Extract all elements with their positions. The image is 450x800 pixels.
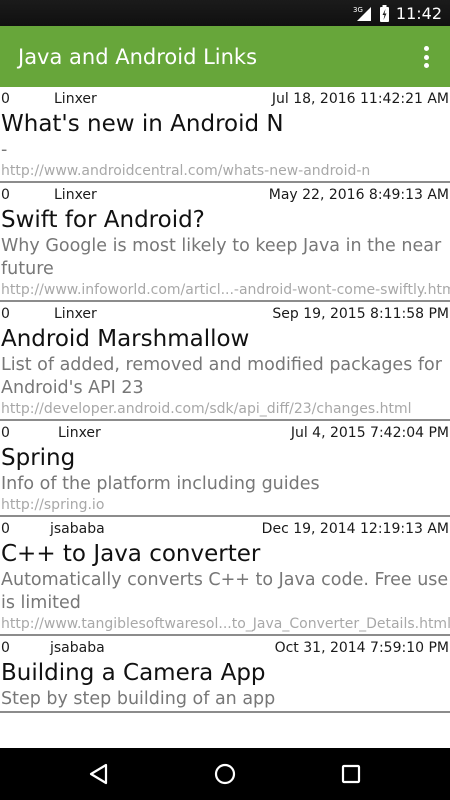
app-bar: Java and Android Links	[0, 26, 450, 87]
link-meta: 0 Linxer Jul 4, 2015 7:42:04 PM	[0, 421, 450, 443]
link-description: Why Google is most likely to keep Java i…	[1, 236, 442, 279]
link-author: jsababa	[50, 640, 105, 656]
link-author: Linxer	[54, 306, 97, 322]
status-bar: 3G 11:42	[0, 0, 450, 26]
link-item-swift-android[interactable]: 0 Linxer May 22, 2016 8:49:13 AM Swift f…	[0, 183, 450, 302]
back-icon[interactable]	[86, 762, 112, 786]
overflow-menu-button[interactable]	[414, 44, 438, 70]
link-description: Step by step building of an app	[1, 689, 276, 709]
link-date: Jul 18, 2016 11:42:21 AM	[271, 91, 449, 107]
links-list[interactable]: 0 Linxer Jul 18, 2016 11:42:21 AM What's…	[0, 87, 450, 748]
recents-icon[interactable]	[338, 762, 364, 786]
link-author: jsababa	[50, 521, 105, 537]
link-author: Linxer	[54, 187, 97, 203]
link-url[interactable]: http://developer.android.com/sdk/api_dif…	[0, 400, 450, 419]
app-title: Java and Android Links	[18, 44, 258, 69]
link-count: 0	[1, 425, 10, 441]
link-count: 0	[1, 521, 10, 537]
link-meta: 0 Linxer Sep 19, 2015 8:11:58 PM	[0, 302, 450, 324]
link-title: Swift for Android?	[1, 207, 205, 233]
link-date: Oct 31, 2014 7:59:10 PM	[274, 640, 449, 656]
link-meta: 0 jsababa Oct 31, 2014 7:59:10 PM	[0, 636, 450, 658]
link-item-spring[interactable]: 0 Linxer Jul 4, 2015 7:42:04 PM Spring I…	[0, 421, 450, 517]
link-url[interactable]: http://www.androidcentral.com/whats-new-…	[0, 162, 450, 181]
battery-icon	[379, 4, 389, 22]
overflow-dot-icon	[423, 63, 429, 68]
home-icon[interactable]	[212, 762, 238, 786]
link-date: May 22, 2016 8:49:13 AM	[268, 187, 449, 203]
link-item-cpp-converter[interactable]: 0 jsababa Dec 19, 2014 12:19:13 AM C++ t…	[0, 517, 450, 636]
link-date: Sep 19, 2015 8:11:58 PM	[272, 306, 449, 322]
link-count: 0	[1, 640, 10, 656]
signal-3g-icon: 3G	[353, 6, 371, 21]
overflow-dot-icon	[423, 54, 429, 60]
link-description: Info of the platform including guides	[1, 474, 320, 494]
link-url[interactable]: http://www.tangiblesoftwaresol...to_Java…	[0, 615, 450, 634]
link-count: 0	[1, 187, 10, 203]
overflow-dot-icon	[423, 46, 429, 51]
link-title: Android Marshmallow	[1, 326, 250, 352]
link-description: List of added, removed and modified pack…	[1, 355, 442, 398]
link-count: 0	[1, 91, 10, 107]
link-meta: 0 Linxer Jul 18, 2016 11:42:21 AM	[0, 87, 450, 109]
link-item-android-n[interactable]: 0 Linxer Jul 18, 2016 11:42:21 AM What's…	[0, 87, 450, 183]
link-meta: 0 jsababa Dec 19, 2014 12:19:13 AM	[0, 517, 450, 539]
link-item-marshmallow[interactable]: 0 Linxer Sep 19, 2015 8:11:58 PM Android…	[0, 302, 450, 421]
link-author: Linxer	[54, 91, 97, 107]
link-url[interactable]: http://www.infoworld.com/articl...-andro…	[0, 281, 450, 300]
link-meta: 0 Linxer May 22, 2016 8:49:13 AM	[0, 183, 450, 205]
navigation-bar	[0, 748, 450, 800]
network-type-label: 3G	[353, 6, 363, 14]
link-item-camera-app[interactable]: 0 jsababa Oct 31, 2014 7:59:10 PM Buildi…	[0, 636, 450, 713]
link-title: C++ to Java converter	[1, 541, 261, 567]
link-title: Building a Camera App	[1, 660, 266, 686]
link-description: -	[1, 140, 8, 160]
link-url[interactable]: http://spring.io	[0, 496, 450, 515]
link-title: What's new in Android N	[1, 111, 284, 137]
link-date: Jul 4, 2015 7:42:04 PM	[290, 425, 449, 441]
link-description: Automatically converts C++ to Java code.…	[1, 570, 449, 613]
link-author: Linxer	[58, 425, 101, 441]
link-date: Dec 19, 2014 12:19:13 AM	[261, 521, 449, 537]
status-icons: 3G 11:42	[353, 3, 442, 23]
clock-time: 11:42	[395, 3, 442, 23]
link-count: 0	[1, 306, 10, 322]
link-title: Spring	[1, 445, 76, 471]
